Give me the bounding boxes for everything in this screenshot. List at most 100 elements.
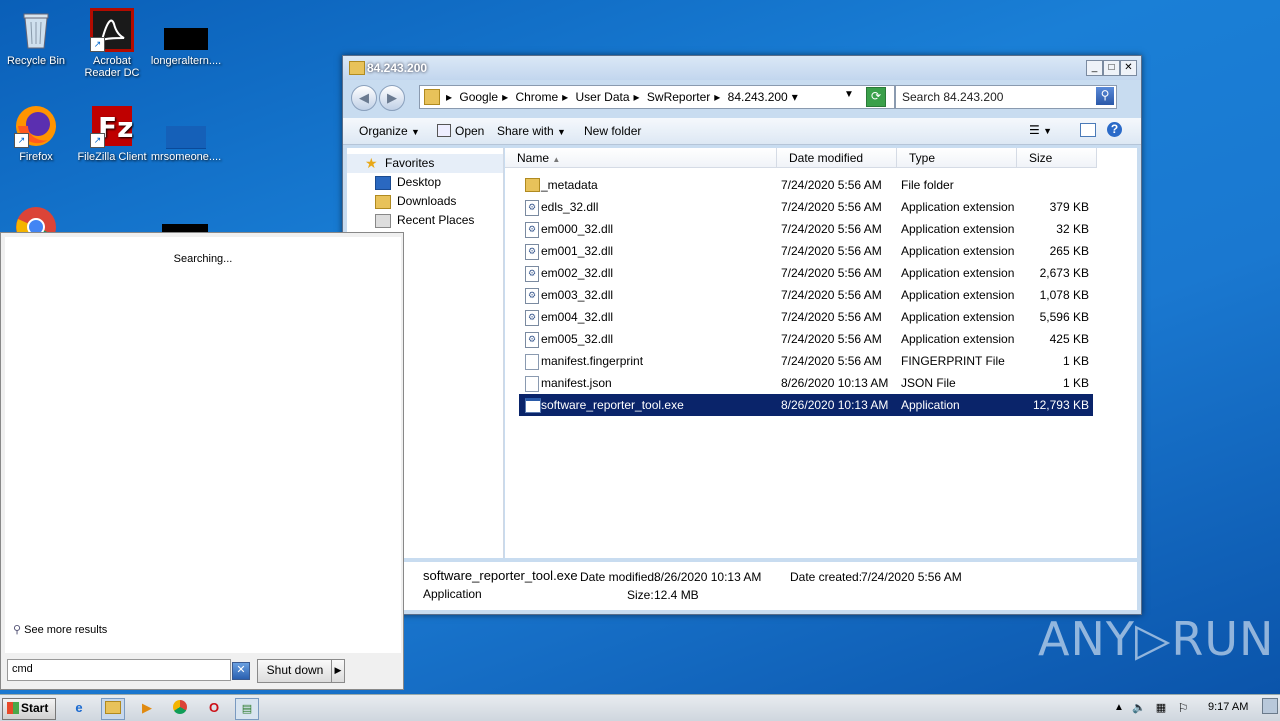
table-row[interactable]: manifest.fingerprint 7/24/2020 5:56 AM FIN… xyxy=(519,350,1093,372)
details-size: 12.4 MB xyxy=(654,588,699,602)
breadcrumb-user-data[interactable]: User Data xyxy=(576,90,630,104)
table-row[interactable]: software_reporter_tool.exe 8/26/2020 10:1… xyxy=(519,394,1093,416)
internet-explorer-icon[interactable]: e xyxy=(68,698,90,718)
desktop-icon-firefox[interactable]: ↗ Firefox xyxy=(0,104,74,163)
new-folder-button[interactable]: New folder xyxy=(584,124,641,138)
file-date: 7/24/2020 5:56 AM xyxy=(781,178,882,192)
preview-pane-icon[interactable] xyxy=(1080,123,1096,137)
dll-file-icon: ⚙ xyxy=(525,222,539,238)
dll-file-icon: ⚙ xyxy=(525,200,539,216)
address-bar[interactable]: ▸ Google ▸ Chrome ▸ User Data ▸ SwReporter ▸… xyxy=(419,85,895,109)
file-type: Application xyxy=(901,398,960,412)
refresh-button[interactable]: ⟳ xyxy=(866,87,886,107)
column-size[interactable]: Size xyxy=(1017,148,1097,168)
desktop-icon-recycle-bin[interactable]: Recycle Bin xyxy=(0,8,74,67)
file-name: edls_32.dll xyxy=(541,200,599,214)
maximize-button[interactable]: □ xyxy=(1103,60,1120,76)
clear-search-button[interactable]: ✕ xyxy=(232,662,250,680)
column-type[interactable]: Type xyxy=(897,148,1017,168)
nav-downloads[interactable]: Downloads xyxy=(347,192,503,211)
table-row[interactable]: ⚙ em001_32.dll 7/24/2020 5:56 AM Applicatio… xyxy=(519,240,1093,262)
breadcrumb-google[interactable]: Google xyxy=(459,90,498,104)
start-search-value: cmd xyxy=(12,663,33,675)
nav-recent[interactable]: Recent Places xyxy=(347,211,503,230)
dll-file-icon: ⚙ xyxy=(525,288,539,304)
organize-button[interactable]: Organize ▼ xyxy=(359,124,420,138)
desktop-icon-filezilla[interactable]: Fz ↗ FileZilla Client xyxy=(74,104,150,163)
chrome-desktop-icon[interactable] xyxy=(14,205,58,232)
chevron-down-icon[interactable]: ▼ xyxy=(844,89,854,100)
file-type: Application extension xyxy=(901,266,1015,280)
breadcrumb-chrome[interactable]: Chrome xyxy=(515,90,558,104)
title-bar[interactable]: 84.243.200 _ □ ✕ xyxy=(343,56,1141,80)
shutdown-options-button[interactable]: ▶ xyxy=(331,659,345,683)
network-icon[interactable]: ▦ xyxy=(1150,698,1172,718)
file-type: Application extension xyxy=(901,222,1015,236)
file-type: FINGERPRINT File xyxy=(901,354,1005,368)
breadcrumb-swreporter[interactable]: SwReporter xyxy=(647,90,710,104)
table-row[interactable]: ⚙ edls_32.dll 7/24/2020 5:56 AM Application… xyxy=(519,196,1093,218)
file-type: File folder xyxy=(901,178,954,192)
breadcrumb-separator[interactable]: ▸ xyxy=(714,90,720,104)
breadcrumb-separator[interactable]: ▸ xyxy=(502,90,508,104)
volume-icon[interactable]: 🔈 xyxy=(1128,698,1150,718)
table-row[interactable]: ⚙ em002_32.dll 7/24/2020 5:56 AM Applicatio… xyxy=(519,262,1093,284)
desktop-icon-label: Recycle Bin xyxy=(6,55,66,67)
tray-expand-icon[interactable]: ▲ xyxy=(1108,698,1130,718)
file-date: 7/24/2020 5:56 AM xyxy=(781,354,882,368)
nav-favorites[interactable]: ★ Favorites xyxy=(347,154,503,173)
open-button[interactable]: Open xyxy=(437,124,484,138)
chrome-icon[interactable] xyxy=(169,698,191,718)
network-tool-icon[interactable]: ▤ xyxy=(235,698,259,720)
folder-icon xyxy=(349,61,365,75)
opera-icon[interactable]: O xyxy=(203,698,225,718)
star-icon: ★ xyxy=(365,155,378,171)
show-desktop-button[interactable] xyxy=(1262,698,1278,714)
table-row[interactable]: _metadata 7/24/2020 5:56 AM File folder xyxy=(519,174,1093,196)
share-with-button[interactable]: Share with ▼ xyxy=(497,124,566,138)
explorer-window[interactable]: 84.243.200 _ □ ✕ ◀ ▶ ▸ Google ▸ Chrome ▸ U… xyxy=(342,55,1142,615)
open-icon xyxy=(437,124,451,137)
dll-file-icon: ⚙ xyxy=(525,266,539,282)
back-button[interactable]: ◀ xyxy=(351,85,377,111)
table-row[interactable]: ⚙ em003_32.dll 7/24/2020 5:56 AM Applicatio… xyxy=(519,284,1093,306)
desktop-icon-longeraltern[interactable]: longeraltern.... xyxy=(148,8,224,67)
file-name: em005_32.dll xyxy=(541,332,614,346)
forward-button[interactable]: ▶ xyxy=(379,85,405,111)
nav-desktop[interactable]: Desktop xyxy=(347,173,503,192)
column-date[interactable]: Date modified xyxy=(777,148,897,168)
view-options-icon[interactable]: ☰ ▼ xyxy=(1029,123,1052,137)
start-search-input[interactable]: cmd xyxy=(7,659,231,681)
column-name[interactable]: Name ▲ xyxy=(505,148,777,168)
search-icon[interactable]: ⚲ xyxy=(1096,87,1114,105)
breadcrumb-current[interactable]: 84.243.200 xyxy=(728,90,788,104)
clock[interactable]: 9:17 AM xyxy=(1208,701,1248,713)
search-input[interactable]: Search 84.243.200 ⚲ xyxy=(895,85,1117,109)
file-list: Name ▲ Date modified Type Size _metadata… xyxy=(505,148,1137,558)
file-name: em000_32.dll xyxy=(541,222,614,236)
table-row[interactable]: ⚙ em005_32.dll 7/24/2020 5:56 AM Applicatio… xyxy=(519,328,1093,350)
table-row[interactable]: ⚙ em000_32.dll 7/24/2020 5:56 AM Applicatio… xyxy=(519,218,1093,240)
flag-icon[interactable]: ⚐ xyxy=(1172,698,1194,718)
file-date: 7/24/2020 5:56 AM xyxy=(781,244,882,258)
shutdown-button[interactable]: Shut down xyxy=(257,659,333,683)
organize-label: Organize xyxy=(359,124,408,138)
help-icon[interactable]: ? xyxy=(1107,122,1122,137)
start-button[interactable]: Start xyxy=(2,698,56,720)
file-explorer-icon[interactable] xyxy=(101,698,125,720)
desktop-icon-label: Acrobat Reader DC xyxy=(84,55,140,79)
desktop-icon-acrobat[interactable]: ↗ Acrobat Reader DC xyxy=(74,8,150,79)
table-row[interactable]: ⚙ em004_32.dll 7/24/2020 5:56 AM Applicatio… xyxy=(519,306,1093,328)
close-button[interactable]: ✕ xyxy=(1120,60,1137,76)
see-more-results-link[interactable]: ⚲ See more results xyxy=(13,623,107,636)
media-player-icon[interactable]: ▶ xyxy=(136,698,158,718)
table-row[interactable]: manifest.json 8/26/2020 10:13 AM JSON File… xyxy=(519,372,1093,394)
desktop-icon-mrsomeone[interactable]: mrsomeone.... xyxy=(148,104,224,163)
taskbar: Start e ▶ O ▤ ▲ 🔈 ▦ ⚐ 9:17 AM xyxy=(0,694,1280,721)
breadcrumb-separator[interactable]: ▾ xyxy=(792,90,798,104)
breadcrumb-separator[interactable]: ▸ xyxy=(634,90,640,104)
breadcrumb-separator[interactable]: ▸ xyxy=(562,90,568,104)
desktop-icon-label: Firefox xyxy=(19,151,53,163)
file-icon xyxy=(162,224,208,232)
minimize-button[interactable]: _ xyxy=(1086,60,1103,76)
